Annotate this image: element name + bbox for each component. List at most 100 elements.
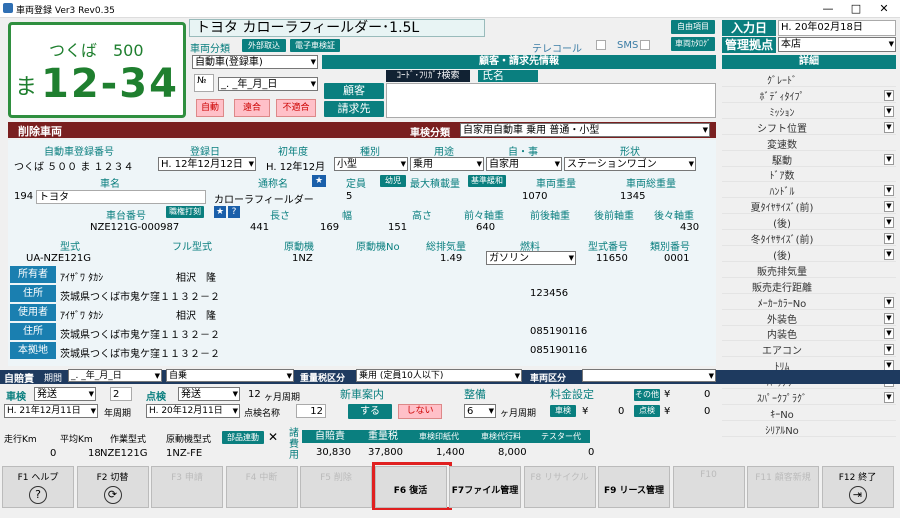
shinai-button[interactable]: しない bbox=[398, 404, 442, 419]
yoto-select[interactable]: 乗用 bbox=[410, 157, 484, 171]
nyuko-field[interactable]: H. 20年02月18日 bbox=[778, 20, 896, 36]
fkey-icon: ⟳ bbox=[103, 486, 122, 504]
kijun-button[interactable]: 基準緩和 bbox=[468, 175, 506, 187]
shaken-select[interactable]: 発送 bbox=[34, 387, 96, 401]
katalog-button[interactable]: 車両ｶﾀﾛｸﾞ bbox=[671, 37, 715, 51]
sonota-yen: ¥ bbox=[664, 389, 671, 400]
fkey-label: F6 復活 bbox=[393, 486, 428, 496]
shamei-field[interactable]: トヨタ bbox=[36, 190, 206, 204]
tenken-kei-label: 点検名称 bbox=[244, 409, 281, 419]
tenken-select[interactable]: 発送 bbox=[178, 387, 240, 401]
goudou-button[interactable]: 遠合 bbox=[234, 99, 270, 117]
shokuho-button[interactable]: 職権打刻 bbox=[166, 206, 204, 218]
shaken-num[interactable]: 2 bbox=[110, 387, 132, 401]
nenryo-select[interactable]: ガソリン bbox=[486, 251, 576, 265]
minimize-button[interactable]: — bbox=[814, 0, 842, 18]
person-address: 茨城県つくば市鬼ケ窪１１３２－２ bbox=[60, 330, 220, 341]
saidai-header: 最大積載量 bbox=[410, 179, 460, 190]
juryo-select[interactable]: 乗用 (定員10人以下) bbox=[356, 369, 522, 382]
kikan-select[interactable]: _. _年_月_日 bbox=[68, 369, 162, 382]
keijo-header: 形状 bbox=[620, 147, 640, 158]
close-button[interactable]: ✕ bbox=[870, 0, 898, 18]
fkey-12[interactable]: F12 終了 ⇥ bbox=[821, 466, 894, 508]
shubetsu-select[interactable]: 小型 bbox=[334, 157, 408, 171]
chevron-down-icon[interactable]: ▼ bbox=[884, 89, 894, 101]
detail-row: エアコン ▼ bbox=[722, 342, 896, 358]
jiyu-button[interactable]: 自由項目 bbox=[671, 20, 715, 34]
detail-row: 冬ﾀｲﾔｻｲｽﾞ(前) ▼ bbox=[722, 231, 896, 246]
kanri-select[interactable]: 本店 bbox=[778, 37, 896, 52]
chevron-down-icon[interactable]: ▼ bbox=[884, 201, 894, 213]
fkey-8[interactable]: F8 リサイクル bbox=[523, 466, 596, 508]
daiko-header: 車検代行料 bbox=[470, 430, 532, 443]
sharyo-kubun-select[interactable] bbox=[582, 369, 716, 382]
fkey-7[interactable]: F7ファイル管理 bbox=[449, 466, 521, 508]
tenken-kei-field[interactable]: 12 bbox=[296, 404, 326, 418]
shaken-bunrui-select[interactable]: 自家用自動車 乗用 普通・小型 bbox=[460, 123, 710, 137]
chevron-down-icon[interactable]: ▼ bbox=[884, 185, 894, 197]
sms-checkbox[interactable] bbox=[640, 40, 650, 50]
haiki-value: 1.49 bbox=[440, 253, 463, 264]
chevron-down-icon[interactable]: ▼ bbox=[884, 153, 894, 165]
detail-row: ﾎﾞﾃﾞｨﾀｲﾌﾟ ▼ bbox=[722, 88, 896, 103]
date-value[interactable]: H. 12年12月12日 bbox=[158, 157, 256, 171]
fkey-6[interactable]: F6 復活 bbox=[374, 466, 447, 508]
chevron-down-icon[interactable]: ▼ bbox=[884, 312, 894, 324]
jido-button[interactable]: 自動 bbox=[196, 99, 224, 117]
fkey-11[interactable]: F11 顧客新規 bbox=[747, 466, 819, 508]
futekigo-button[interactable]: 不適合 bbox=[276, 99, 316, 117]
chevron-down-icon[interactable]: ▼ bbox=[884, 121, 894, 133]
ryokin-label: 料金設定 bbox=[550, 388, 594, 401]
shamei-code: 194 bbox=[14, 191, 34, 202]
tenken-date[interactable]: H. 20年12月11日 bbox=[146, 404, 240, 418]
chevron-down-icon[interactable]: ▼ bbox=[884, 328, 894, 340]
detail-label: ｷｰNo bbox=[770, 409, 794, 421]
seibi-select[interactable]: 6 bbox=[464, 404, 496, 418]
shaken-date[interactable]: H. 21年12月11日 bbox=[4, 404, 98, 418]
jiei-select[interactable]: 自家用 bbox=[486, 157, 562, 171]
x-icon[interactable]: ✕ bbox=[268, 430, 278, 444]
tenken-fee-button[interactable]: 点検 bbox=[634, 405, 660, 417]
gaibu-button[interactable]: 外部取込 bbox=[242, 39, 286, 52]
chevron-down-icon[interactable]: ▼ bbox=[884, 248, 894, 260]
buhin-button[interactable]: 部品連動 bbox=[222, 431, 264, 444]
star-icon[interactable]: ★ bbox=[312, 175, 326, 187]
sonota-button[interactable]: その他 bbox=[634, 389, 660, 401]
youjo-button[interactable]: 幼児 bbox=[380, 175, 406, 187]
kana-search-button[interactable]: ｺｰﾄﾞ･ﾌﾘｶﾞﾅ検索 bbox=[386, 70, 470, 82]
fkey-9[interactable]: F9 リース管理 bbox=[598, 466, 670, 508]
help-icon[interactable]: ? bbox=[228, 206, 240, 218]
chevron-down-icon[interactable]: ▼ bbox=[884, 296, 894, 308]
kikan-select-2[interactable]: 自乗 bbox=[166, 369, 294, 382]
maximize-button[interactable]: □ bbox=[842, 0, 870, 18]
denshi-button[interactable]: 電子車検証 bbox=[290, 39, 340, 52]
tenken-fee-value: 0 bbox=[704, 406, 711, 417]
fkey-5[interactable]: F5 削除 bbox=[300, 466, 372, 508]
chevron-down-icon[interactable]: ▼ bbox=[884, 344, 894, 356]
detail-row: 夏ﾀｲﾔｻｲｽﾞ(前) ▼ bbox=[722, 199, 896, 215]
telecall-checkbox[interactable] bbox=[596, 40, 606, 50]
kokyaku-button[interactable]: 顧客 bbox=[324, 83, 384, 99]
detail-label: ﾄﾞｱ数 bbox=[769, 171, 795, 183]
fkey-10[interactable]: F10 bbox=[672, 466, 745, 508]
bunrui-select[interactable]: 自動車(登録車) bbox=[192, 55, 318, 69]
nu-icon[interactable]: № bbox=[194, 74, 214, 92]
suru-button[interactable]: する bbox=[348, 404, 392, 419]
ruibetsu-header: 類別番号 bbox=[650, 242, 690, 253]
kagetsu-label: ヶ月周期 bbox=[264, 393, 301, 403]
star-icon-2[interactable]: ★ bbox=[214, 206, 226, 218]
chevron-down-icon[interactable]: ▼ bbox=[884, 217, 894, 229]
bunrui-date[interactable]: _. _年_月_日 bbox=[218, 77, 318, 91]
jibaiseki-label: 自賠責 bbox=[4, 374, 34, 385]
customer-field[interactable] bbox=[386, 83, 716, 118]
fkey-3[interactable]: F3 申請 bbox=[151, 466, 223, 508]
chevron-down-icon[interactable]: ▼ bbox=[884, 105, 894, 117]
shaken-fee-button[interactable]: 車検 bbox=[550, 405, 576, 417]
fkey-4[interactable]: F4 中断 bbox=[225, 466, 298, 508]
chevron-down-icon[interactable]: ▼ bbox=[884, 392, 894, 403]
chevron-down-icon[interactable]: ▼ bbox=[884, 233, 894, 244]
keijo-select[interactable]: ステーションワゴン bbox=[564, 157, 696, 171]
fkey-1[interactable]: F1 ヘルプ? bbox=[2, 466, 74, 508]
fkey-2[interactable]: F2 切替 ⟳ bbox=[76, 466, 149, 508]
seikyu-button[interactable]: 請求先 bbox=[324, 101, 384, 117]
